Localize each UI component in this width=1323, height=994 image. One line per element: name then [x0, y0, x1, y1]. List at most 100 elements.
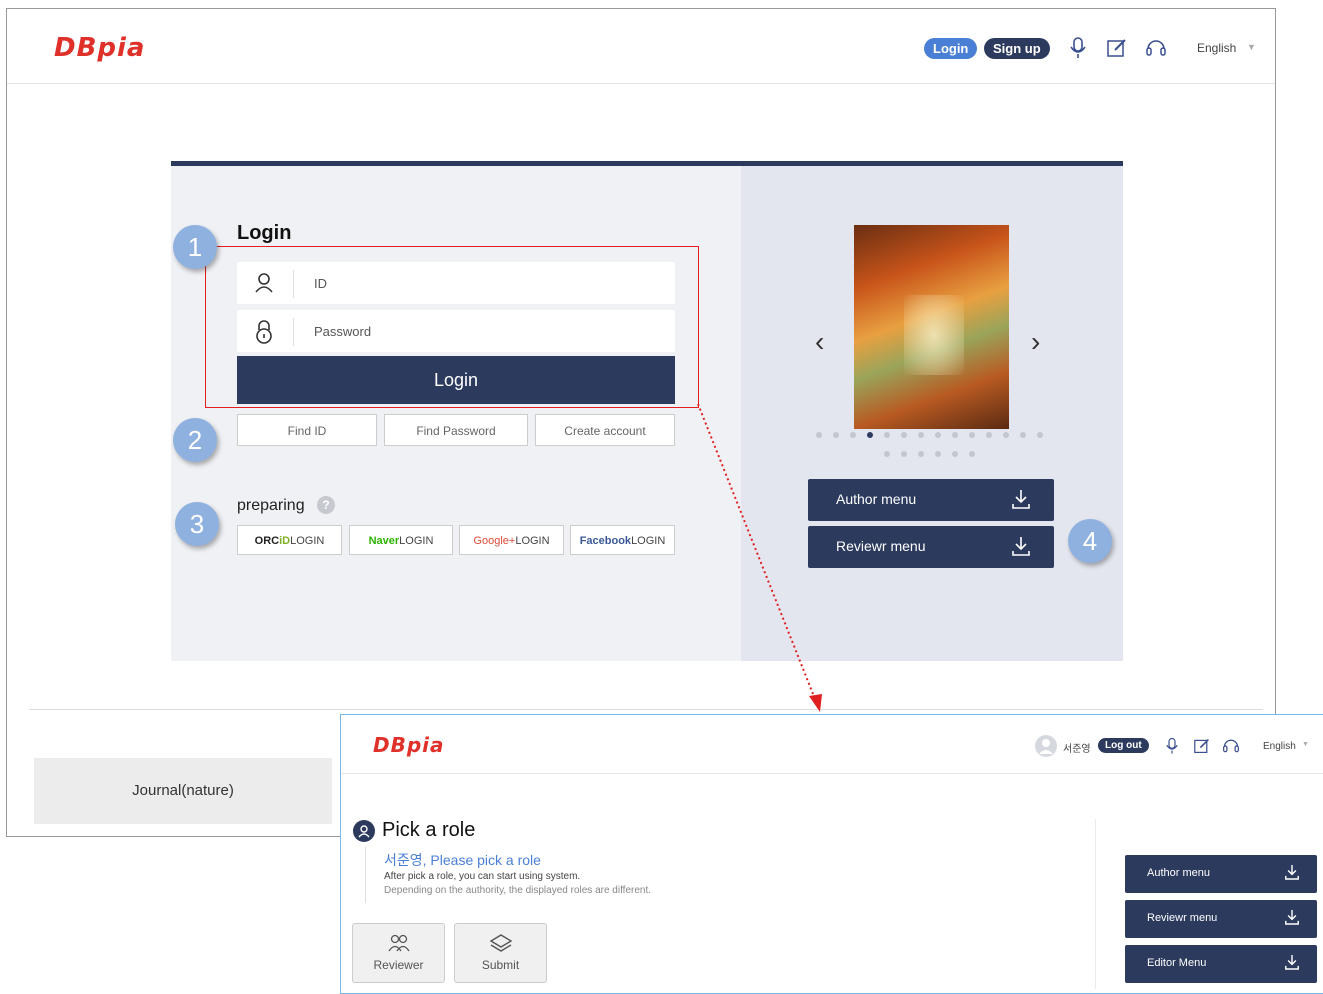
carousel-prev-icon[interactable]: ‹ [815, 326, 824, 358]
reviewer-role-label: Reviewer [373, 958, 424, 972]
find-password-button[interactable]: Find Password [384, 414, 528, 446]
headset-icon[interactable] [1222, 737, 1240, 760]
download-icon [1285, 864, 1299, 883]
role-desc-rule [365, 847, 366, 903]
carousel-dot[interactable] [901, 451, 907, 457]
carousel-dot[interactable] [952, 451, 958, 457]
author-menu-label: Author menu [1147, 867, 1210, 879]
submit-role-button[interactable]: Submit [454, 923, 547, 983]
dbpia-logo[interactable]: DBpia [373, 733, 445, 757]
create-account-button[interactable]: Create account [535, 414, 675, 446]
annotation-badge-3: 3 [175, 502, 219, 546]
avatar[interactable] [1035, 735, 1057, 757]
chevron-down-icon[interactable]: ▼ [1302, 741, 1309, 748]
headset-icon[interactable] [1145, 37, 1167, 59]
naver-suffix: LOGIN [399, 535, 434, 547]
logout-button[interactable]: Log out [1098, 738, 1149, 753]
role-window: DBpia 서준영 Log out English ▼ Pick a role … [340, 714, 1323, 994]
main-window: DBpia Login Sign up English ▼ Login ID P… [6, 8, 1276, 837]
carousel-dot[interactable] [935, 432, 941, 438]
google-login-button[interactable]: Google+LOGIN [459, 525, 564, 555]
header-divider [341, 773, 1323, 774]
editor-menu-label: Editor Menu [1147, 957, 1207, 969]
orcid-brand: ORC [254, 535, 280, 547]
carousel-dot[interactable] [952, 432, 958, 438]
group-icon [353, 933, 444, 958]
user-role-icon [353, 820, 375, 842]
author-menu-label: Author menu [836, 491, 917, 507]
reviewer-menu-button[interactable]: Reviewr menu [1125, 900, 1317, 938]
submit-role-label: Submit [481, 958, 520, 972]
carousel-dot[interactable] [935, 451, 941, 457]
username: 서준영 [1063, 744, 1091, 755]
download-icon [1285, 954, 1299, 973]
carousel-dot[interactable] [850, 432, 856, 438]
login-panel: Login ID Password Login Find ID Find Pas… [171, 161, 1123, 661]
find-id-button[interactable]: Find ID [237, 414, 377, 446]
image-light [904, 295, 964, 375]
pick-role-title: Pick a role [382, 819, 476, 841]
reviewer-menu-button[interactable]: Reviewr menu [808, 526, 1054, 568]
preparing-label: preparing [237, 497, 305, 514]
author-menu-button[interactable]: Author menu [1125, 855, 1317, 893]
microphone-icon[interactable] [1070, 37, 1086, 59]
download-icon [1012, 536, 1030, 559]
layers-icon [455, 933, 546, 958]
reviewer-menu-label: Reviewr menu [836, 538, 926, 554]
download-icon [1012, 489, 1030, 512]
orcid-login-button[interactable]: ORCiDLOGIN [237, 525, 342, 555]
journal-tab[interactable]: Journal(nature) [34, 758, 332, 824]
carousel-dot[interactable] [1020, 432, 1026, 438]
signup-pill-button[interactable]: Sign up [984, 38, 1050, 59]
annotation-badge-2: 2 [173, 418, 217, 462]
carousel-dot[interactable] [969, 432, 975, 438]
carousel-dot[interactable] [867, 432, 873, 438]
pick-role-subtitle: 서준영, Please pick a role [384, 852, 541, 868]
editor-menu-button[interactable]: Editor Menu [1125, 945, 1317, 983]
microphone-icon[interactable] [1166, 737, 1178, 760]
facebook-login-button[interactable]: FacebookLOGIN [570, 525, 675, 555]
carousel-dots [816, 432, 1056, 462]
language-select[interactable]: English [1263, 741, 1296, 752]
carousel-dot[interactable] [986, 432, 992, 438]
language-select[interactable]: English [1197, 41, 1236, 55]
annotation-badge-1: 1 [173, 225, 217, 269]
naver-brand: Naver [368, 535, 400, 547]
carousel-dot[interactable] [918, 451, 924, 457]
carousel-image [854, 225, 1009, 429]
orcid-id-text: iD [279, 535, 291, 547]
reviewer-role-button[interactable]: Reviewer [352, 923, 445, 983]
footer-divider [29, 709, 1263, 710]
pick-role-desc-1: After pick a role, you can start using s… [384, 871, 581, 882]
login-pill-button[interactable]: Login [924, 38, 978, 59]
google-brand: Google+ [473, 535, 516, 547]
edit-icon[interactable] [1107, 38, 1127, 58]
pick-role-desc-2: Depending on the authority, the displaye… [384, 885, 652, 896]
naver-login-button[interactable]: NaverLOGIN [349, 525, 453, 555]
carousel-dot[interactable] [1003, 432, 1009, 438]
carousel-dot[interactable] [884, 432, 890, 438]
facebook-suffix: LOGIN [631, 535, 666, 547]
menu-divider [1095, 819, 1096, 989]
download-icon [1285, 909, 1299, 928]
carousel-dot[interactable] [969, 451, 975, 457]
dbpia-logo[interactable]: DBpia [54, 33, 145, 63]
annotation-badge-4: 4 [1068, 519, 1112, 563]
login-title: Login [237, 222, 292, 244]
flow-arrow [697, 403, 822, 712]
carousel-dot[interactable] [884, 451, 890, 457]
carousel-dot[interactable] [833, 432, 839, 438]
chevron-down-icon[interactable]: ▼ [1247, 42, 1256, 52]
orcid-suffix: LOGIN [290, 535, 325, 547]
google-suffix: LOGIN [515, 535, 550, 547]
help-icon[interactable]: ? [317, 496, 335, 514]
edit-icon[interactable] [1194, 738, 1210, 759]
carousel-next-icon[interactable]: › [1031, 326, 1040, 358]
carousel-dot[interactable] [1037, 432, 1043, 438]
carousel-dot[interactable] [918, 432, 924, 438]
facebook-brand: Facebook [579, 535, 632, 547]
header-divider [7, 83, 1275, 84]
carousel-dot[interactable] [901, 432, 907, 438]
author-menu-button[interactable]: Author menu [808, 479, 1054, 521]
reviewer-menu-label: Reviewr menu [1147, 912, 1218, 924]
